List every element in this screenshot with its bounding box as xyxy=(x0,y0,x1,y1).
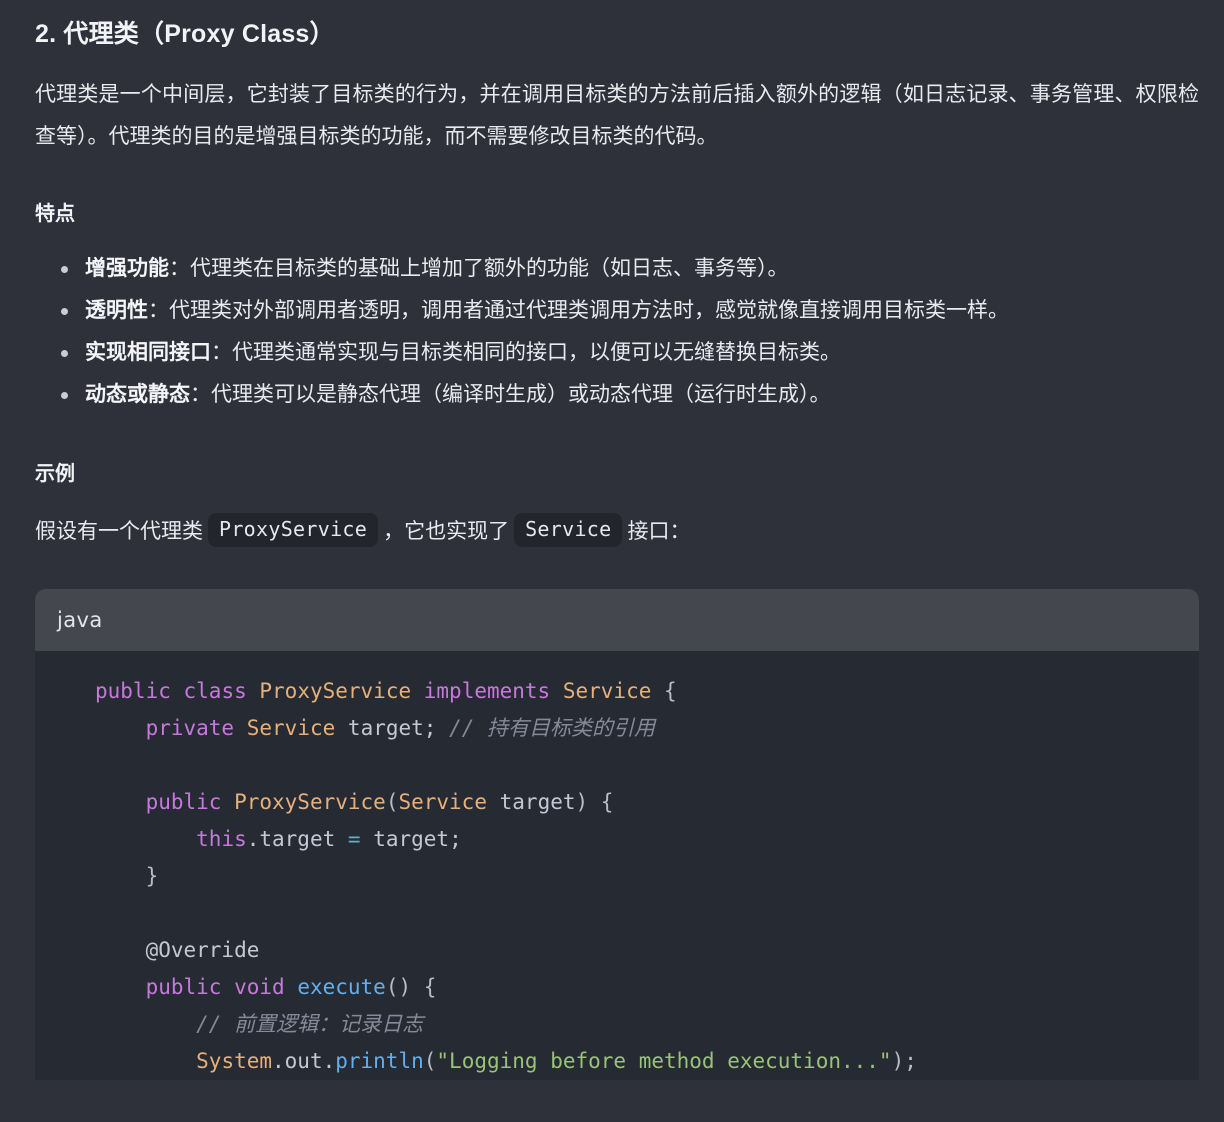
code-line: public class ProxyService implements Ser… xyxy=(35,673,1199,710)
list-item: 动态或静态：代理类可以是静态代理（编译时生成）或动态代理（运行时生成）。 xyxy=(35,374,1199,416)
list-item-description: 代理类对外部调用者透明，调用者通过代理类调用方法时，感觉就像直接调用目标类一样。 xyxy=(169,299,1009,322)
code-token: // 持有目标类的引用 xyxy=(449,716,656,740)
list-item-description: 代理类在目标类的基础上增加了额外的功能（如日志、事务等）。 xyxy=(190,257,789,280)
code-token: } xyxy=(145,864,159,888)
code-token: .out. xyxy=(272,1049,336,1073)
list-item-separator: ： xyxy=(169,257,190,280)
list-item-term: 透明性 xyxy=(85,299,148,322)
code-token: Service xyxy=(246,716,336,740)
code-line: this.target = target; xyxy=(35,821,1199,858)
list-item-separator: ： xyxy=(190,383,211,406)
code-token: ProxyService xyxy=(234,790,386,814)
code-line: private Service target; // 持有目标类的引用 xyxy=(35,710,1199,747)
list-item-description: 代理类可以是静态代理（编译时生成）或动态代理（运行时生成）。 xyxy=(211,383,831,406)
example-lead-part2: ，它也实现了 xyxy=(383,520,510,543)
code-block-header: java xyxy=(35,589,1199,651)
intro-paragraph: 代理类是一个中间层，它封装了目标类的行为，并在调用目标类的方法前后插入额外的逻辑… xyxy=(35,83,1199,148)
example-heading: 示例 xyxy=(35,463,75,485)
code-token: public xyxy=(145,975,222,999)
code-token: this xyxy=(196,827,247,851)
code-token: () { xyxy=(385,975,437,999)
example-lead-part1: 假设有一个代理类 xyxy=(35,520,203,543)
code-line: @Override xyxy=(35,932,1199,969)
code-token: target xyxy=(499,790,576,814)
code-token: Service xyxy=(562,679,652,703)
code-token: implements xyxy=(423,679,551,703)
code-line: public ProxyService(Service target) { xyxy=(35,784,1199,821)
code-block: java public class ProxyService implement… xyxy=(35,589,1199,1080)
list-item-separator: ： xyxy=(211,341,232,364)
code-token: target; xyxy=(347,716,437,740)
list-item-term: 动态或静态 xyxy=(85,383,190,406)
code-token: ) { xyxy=(575,790,614,814)
list-item: 实现相同接口：代理类通常实现与目标类相同的接口，以便可以无缝替换目标类。 xyxy=(35,332,1199,374)
list-item-term: 增强功能 xyxy=(85,257,169,280)
code-token: void xyxy=(234,975,285,999)
code-line: } xyxy=(35,858,1199,895)
code-line: public void execute() { xyxy=(35,969,1199,1006)
code-token: ); xyxy=(891,1049,917,1073)
bullet-dot-icon xyxy=(61,308,68,315)
document-page: 2. 代理类（Proxy Class） 代理类是一个中间层，它封装了目标类的行为… xyxy=(0,0,1224,1122)
code-token: = xyxy=(347,827,361,851)
page-title: 2. 代理类（Proxy Class） xyxy=(35,20,335,48)
code-token: target; xyxy=(373,827,462,851)
list-item-term: 实现相同接口 xyxy=(85,341,211,364)
code-language-label: java xyxy=(57,608,103,632)
list-item-separator: ： xyxy=(148,299,169,322)
list-item-description: 代理类通常实现与目标类相同的接口，以便可以无缝替换目标类。 xyxy=(232,341,841,364)
example-lead-part3: 接口： xyxy=(627,520,691,543)
code-token: { xyxy=(664,679,677,703)
code-token: private xyxy=(145,716,235,740)
code-token: public xyxy=(95,679,171,703)
code-token: "Logging before method execution..." xyxy=(436,1049,892,1073)
list-item: 增强功能：代理类在目标类的基础上增加了额外的功能（如日志、事务等）。 xyxy=(35,248,1199,290)
inline-code-service: Service xyxy=(514,513,623,547)
code-token: public xyxy=(145,790,222,814)
code-line: System.out.println("Logging before metho… xyxy=(35,1043,1199,1080)
features-list: 增强功能：代理类在目标类的基础上增加了额外的功能（如日志、事务等）。 透明性：代理… xyxy=(35,228,1199,416)
code-token: .target xyxy=(246,827,336,851)
bullet-dot-icon xyxy=(61,266,68,273)
code-line: // 前置逻辑：记录日志 xyxy=(35,1006,1199,1043)
code-token: ( xyxy=(423,1049,437,1073)
list-item: 透明性：代理类对外部调用者透明，调用者通过代理类调用方法时，感觉就像直接调用目标… xyxy=(35,290,1199,332)
code-token: @Override xyxy=(145,938,260,962)
bullet-dot-icon xyxy=(61,350,68,357)
code-token: class xyxy=(183,679,247,703)
example-lead: 假设有一个代理类 ProxyService ，它也实现了 Service 接口： xyxy=(35,488,1199,553)
code-block-body[interactable]: public class ProxyService implements Ser… xyxy=(35,651,1199,1080)
bullet-dot-icon xyxy=(61,392,68,399)
code-token: // 前置逻辑：记录日志 xyxy=(196,1012,424,1036)
code-token: ( xyxy=(385,790,399,814)
code-token: System xyxy=(196,1049,273,1073)
inline-code-proxyservice: ProxyService xyxy=(208,513,379,547)
code-token: println xyxy=(335,1049,424,1073)
code-token: Service xyxy=(398,790,487,814)
features-heading: 特点 xyxy=(35,203,75,225)
code-token: execute xyxy=(297,975,386,999)
code-token: ProxyService xyxy=(259,679,412,703)
